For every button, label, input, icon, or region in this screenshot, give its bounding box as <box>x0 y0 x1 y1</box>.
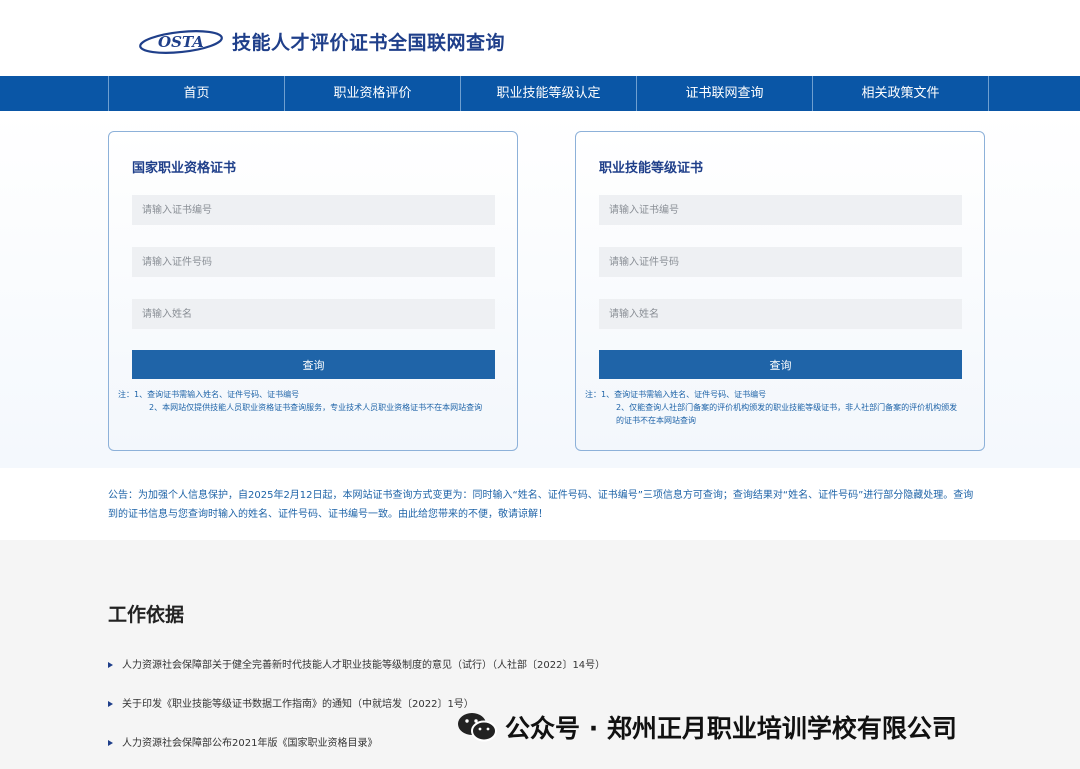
wechat-icon <box>458 713 497 742</box>
basis-link-text: 人力资源社会保障部关于健全完善新时代技能人才职业技能等级制度的意见（试行）（人社… <box>122 660 606 671</box>
nav-item-policy-documents[interactable]: 相关政策文件 <box>813 76 989 111</box>
nav-item-skill-level-certification[interactable]: 职业技能等级认定 <box>461 76 637 111</box>
query-button[interactable]: 查询 <box>599 350 962 379</box>
announcement: 公告：为加强个人信息保护，自2025年2月12日起，本网站证书查询方式变更为：同… <box>108 490 974 520</box>
watermark-text: 公众号 · 郑州正月职业培训学校有限公司 <box>505 714 957 743</box>
note-line-1: 注：1、查询证书需输入姓名、证件号码、证书编号 <box>118 390 300 399</box>
triangle-right-icon <box>108 662 113 668</box>
query-note: 注：1、查询证书需输入姓名、证件号码、证书编号 2、本网站仅提供技能人员职业资格… <box>118 388 496 414</box>
id-number-input[interactable] <box>599 247 962 277</box>
basis-link[interactable]: 人力资源社会保障部公布2021年版《国家职业资格目录》 <box>108 734 377 749</box>
basis-link-text: 人力资源社会保障部公布2021年版《国家职业资格目录》 <box>122 738 378 749</box>
nav-item-certificate-query[interactable]: 证书联网查询 <box>637 76 813 111</box>
wechat-watermark: 公众号 · 郑州正月职业培训学校有限公司 <box>455 707 957 747</box>
note-line-2: 2、仅能查询人社部门备案的评价机构颁发的职业技能等级证书，非人社部门备案的评价机… <box>616 403 958 425</box>
cert-number-input[interactable] <box>132 195 495 225</box>
name-input[interactable] <box>132 299 495 329</box>
id-number-input[interactable] <box>132 247 495 277</box>
triangle-right-icon <box>108 701 113 707</box>
nav-item-qualification-evaluation[interactable]: 职业资格评价 <box>285 76 461 111</box>
nav-item-home[interactable]: 首页 <box>109 76 285 111</box>
note-line-1: 注：1、查询证书需输入姓名、证件号码、证书编号 <box>585 390 767 399</box>
basis-link[interactable]: 人力资源社会保障部关于健全完善新时代技能人才职业技能等级制度的意见（试行）（人社… <box>108 656 605 671</box>
cert-number-input[interactable] <box>599 195 962 225</box>
card-title: 职业技能等级证书 <box>599 161 704 176</box>
query-note: 注：1、查询证书需输入姓名、证件号码、证书编号 2、仅能查询人社部门备案的评价机… <box>585 388 963 427</box>
site-title: 技能人才评价证书全国联网查询 <box>232 32 506 54</box>
card-title: 国家职业资格证书 <box>132 161 237 176</box>
query-section: 国家职业资格证书 查询 注：1、查询证书需输入姓名、证件号码、证书编号 2、本网… <box>0 111 1080 468</box>
logo-text: OSTA <box>158 33 204 51</box>
triangle-right-icon <box>108 740 113 746</box>
basis-link-text: 关于印发《职业技能等级证书数据工作指南》的通知（中就培发〔2022〕1号） <box>122 699 474 710</box>
main-nav: 首页 职业资格评价 职业技能等级认定 证书联网查询 相关政策文件 <box>0 76 1080 111</box>
osta-logo[interactable]: OSTA <box>138 26 224 56</box>
skill-level-cert-card: 职业技能等级证书 查询 注：1、查询证书需输入姓名、证件号码、证书编号 2、仅能… <box>575 131 985 451</box>
name-input[interactable] <box>599 299 962 329</box>
site-header: OSTA 技能人才评价证书全国联网查询 <box>0 0 1080 76</box>
note-line-2: 2、本网站仅提供技能人员职业资格证书查询服务，专业技术人员职业资格证书不在本网站… <box>149 403 483 412</box>
basis-link[interactable]: 关于印发《职业技能等级证书数据工作指南》的通知（中就培发〔2022〕1号） <box>108 695 474 710</box>
section-title: 工作依据 <box>108 604 185 626</box>
query-button[interactable]: 查询 <box>132 350 495 379</box>
qualification-cert-card: 国家职业资格证书 查询 注：1、查询证书需输入姓名、证件号码、证书编号 2、本网… <box>108 131 518 451</box>
